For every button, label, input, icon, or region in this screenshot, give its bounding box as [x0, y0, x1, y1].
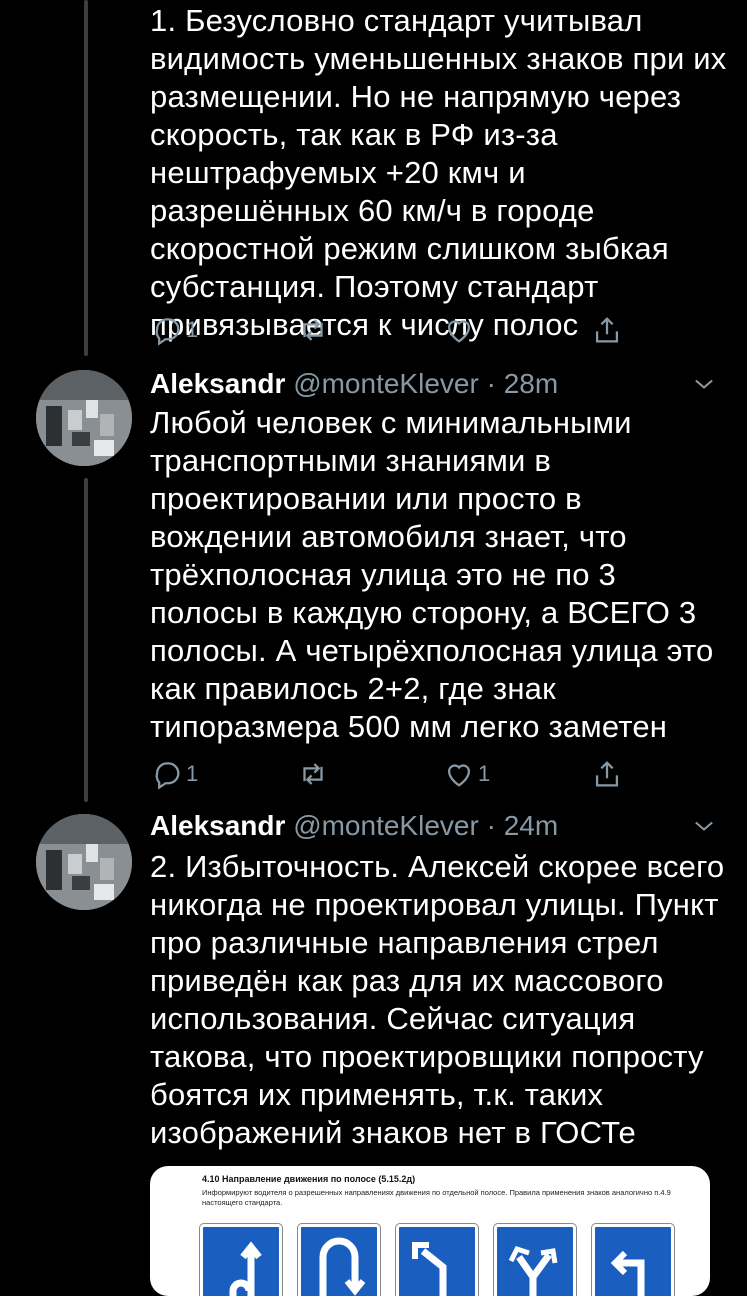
road-sign	[493, 1223, 577, 1296]
reply-button[interactable]: 1	[150, 310, 198, 350]
road-sign	[297, 1223, 381, 1296]
tweet-text: 1. Безусловно стандарт учитывал видимост…	[150, 3, 727, 342]
like-button[interactable]	[442, 310, 476, 350]
tweet-header: Aleksandr @monteKlever · 28m	[150, 364, 558, 404]
reply-icon	[155, 762, 180, 790]
media-caption-title: 4.10 Направление движения по полосе (5.1…	[202, 1174, 416, 1184]
chevron-down-icon[interactable]	[690, 370, 718, 398]
retweet-icon	[303, 763, 323, 785]
tweet-header: Aleksandr @monteKlever · 24m	[150, 806, 558, 846]
reply-icon	[155, 318, 180, 346]
separator: ·	[486, 810, 496, 841]
separator: ·	[486, 368, 496, 399]
retweet-button[interactable]	[296, 310, 330, 350]
share-button[interactable]	[590, 310, 624, 350]
thread-line-top	[84, 0, 88, 356]
tweet-actions: 1 1	[150, 754, 630, 794]
road-sign	[591, 1223, 675, 1296]
tweet-actions: 1	[150, 310, 630, 350]
avatar-photo	[36, 370, 132, 466]
reply-count: 1	[186, 317, 199, 342]
tweet-text: Любой человек с минимальными транспортны…	[150, 405, 714, 744]
reply-count: 1	[186, 761, 199, 786]
avatar[interactable]	[36, 370, 132, 466]
retweet-icon	[303, 319, 323, 341]
road-sign	[199, 1223, 283, 1296]
share-button[interactable]	[590, 754, 624, 794]
share-icon	[595, 761, 619, 787]
chevron-down-icon[interactable]	[690, 812, 718, 840]
road-sign	[395, 1223, 479, 1296]
reply-button[interactable]: 1	[150, 754, 198, 794]
display-name[interactable]: Aleksandr	[150, 368, 285, 399]
retweet-button[interactable]	[296, 754, 330, 794]
thread-line-middle	[84, 478, 88, 802]
timestamp[interactable]: 28m	[504, 368, 558, 399]
like-button[interactable]: 1	[442, 754, 490, 794]
timestamp[interactable]: 24m	[504, 810, 558, 841]
avatar[interactable]	[36, 814, 132, 910]
display-name[interactable]: Aleksandr	[150, 810, 285, 841]
like-icon	[447, 764, 471, 787]
share-icon	[595, 317, 619, 343]
tweet-media-image[interactable]: 4.10 Направление движения по полосе (5.1…	[150, 1166, 710, 1296]
tweet-text: 2. Избыточность. Алексей скорее всего ни…	[150, 849, 725, 1150]
user-handle[interactable]: @monteKlever	[293, 810, 479, 841]
like-icon	[447, 320, 471, 343]
media-caption-body: Информируют водителя о разрешенных напра…	[202, 1188, 671, 1207]
like-count: 1	[478, 761, 491, 786]
user-handle[interactable]: @monteKlever	[293, 368, 479, 399]
avatar-photo	[36, 814, 132, 910]
